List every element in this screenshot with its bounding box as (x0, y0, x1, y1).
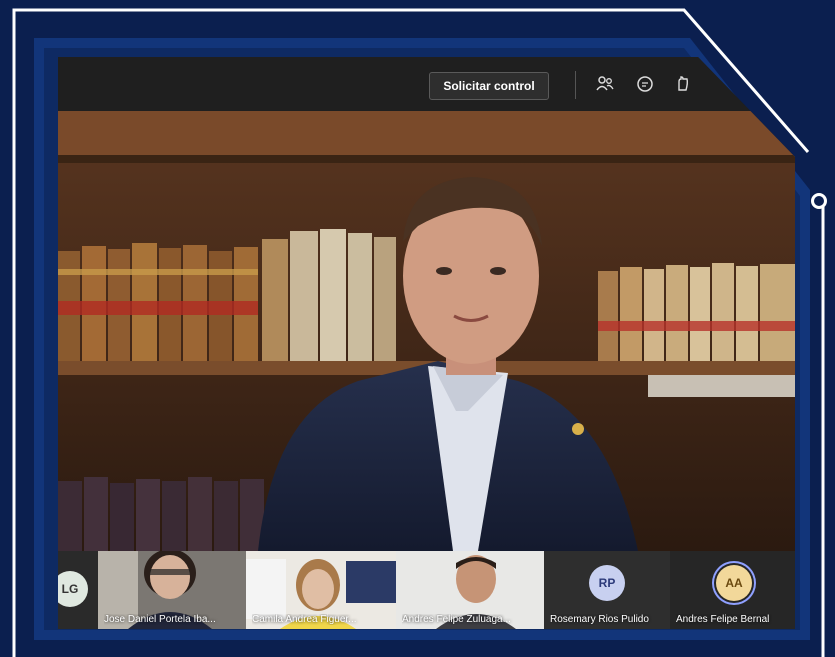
participant-name: Andres Felipe Bernal (676, 614, 770, 625)
request-control-button[interactable]: Solicitar control (429, 72, 549, 100)
people-icon[interactable] (595, 74, 615, 94)
toolbar-divider (575, 71, 576, 99)
avatar: LG (58, 571, 88, 607)
participant-name: Jose Daniel Portela Iba... (104, 614, 216, 625)
chat-icon[interactable] (635, 74, 655, 94)
meeting-toolbar: Solicitar control (58, 57, 795, 111)
speaker-video-frame (58, 111, 795, 551)
participant-name: Camila Andrea Figuer... (252, 614, 357, 625)
meeting-window: Solicitar control LG Jose Daniel Portela… (58, 57, 795, 629)
reactions-icon[interactable] (673, 74, 693, 94)
participant-name: Rosemary Rios Pulido (550, 614, 649, 625)
participant-tile[interactable]: Jose Daniel Portela Iba... (98, 551, 246, 629)
participant-tile[interactable]: LG (58, 551, 98, 629)
avatar: RP (589, 565, 625, 601)
participant-tile[interactable]: RP Rosemary Rios Pulido (544, 551, 670, 629)
avatar: AA (716, 565, 752, 601)
participant-tile[interactable]: Camila Andrea Figuer... (246, 551, 396, 629)
participant-strip: LG Jose Daniel Portela Iba... Camila And… (58, 551, 795, 629)
speaker-video (58, 111, 795, 551)
participant-tile[interactable]: Andres Felipe Zuluaga... (396, 551, 544, 629)
participant-tile[interactable]: AA Andres Felipe Bernal (670, 551, 795, 629)
participant-name: Andres Felipe Zuluaga... (402, 614, 511, 625)
frame-corner-dot (811, 193, 827, 209)
